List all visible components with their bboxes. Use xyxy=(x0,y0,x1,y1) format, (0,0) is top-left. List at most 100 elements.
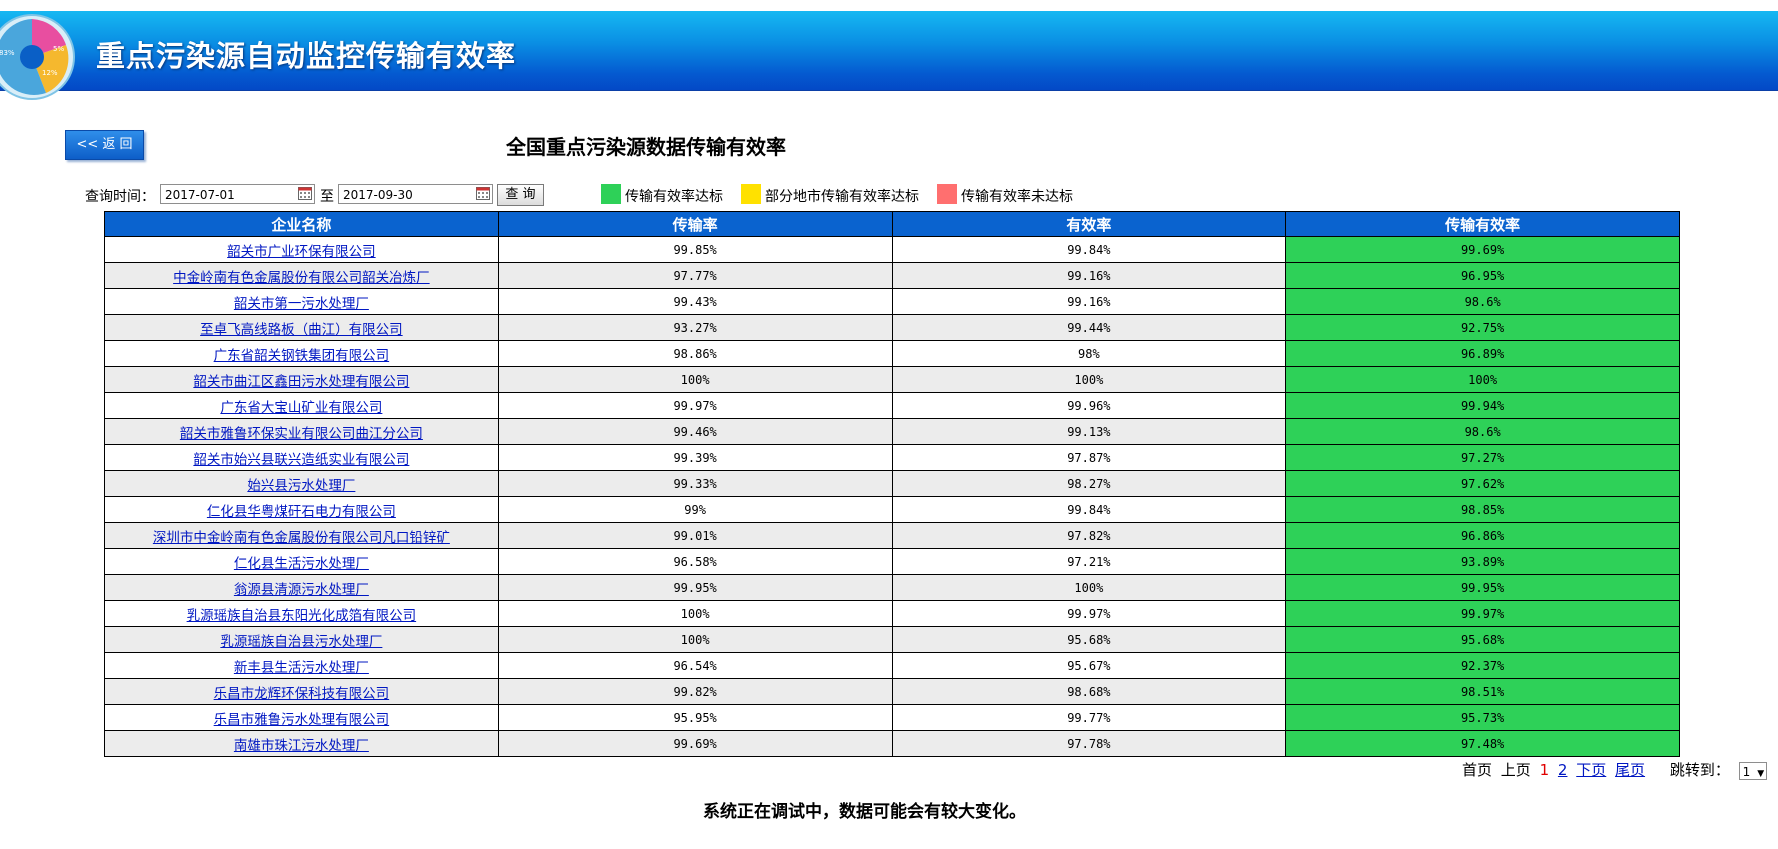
table-row: 韶关市始兴县联兴造纸实业有限公司 99.39% 97.87% 97.27% xyxy=(104,444,1680,471)
end-date-input[interactable]: 2017-09-30 xyxy=(338,184,493,204)
back-button[interactable]: << 返 回 xyxy=(65,130,144,160)
table-row: 广东省大宝山矿业有限公司 99.97% 99.96% 99.94% xyxy=(104,392,1680,419)
pagination: 首页 上页 1 2 下页 尾页 跳转到： 1 ▼ xyxy=(1462,759,1771,780)
validity-rate-cell: 98.27% xyxy=(891,470,1287,497)
effective-rate-cell: 96.86% xyxy=(1285,522,1680,549)
company-name-link[interactable]: 广东省韶关钢铁集团有限公司 xyxy=(104,340,499,367)
transmission-rate-cell: 100% xyxy=(497,626,893,653)
company-name-link[interactable]: 乐昌市雅鲁污水处理有限公司 xyxy=(104,704,499,731)
effective-rate-cell: 92.37% xyxy=(1285,652,1680,679)
query-button[interactable]: 查 询 xyxy=(497,184,544,206)
table-row: 仁化县华粤煤矸石电力有限公司 99% 99.84% 98.85% xyxy=(104,496,1680,523)
table-row: 深圳市中金岭南有色金属股份有限公司凡口铅锌矿 99.01% 97.82% 96.86% xyxy=(104,522,1680,549)
header-bar: 83% 5% 12% 重点污染源自动监控传输有效率 xyxy=(0,11,1778,100)
app-title: 重点污染源自动监控传输有效率 xyxy=(96,39,517,73)
effective-rate-cell: 92.75% xyxy=(1285,314,1680,341)
company-name-link[interactable]: 韶关市始兴县联兴造纸实业有限公司 xyxy=(104,444,499,471)
calendar-icon[interactable] xyxy=(476,186,490,200)
transmission-rate-cell: 93.27% xyxy=(497,314,893,341)
prev-page-link[interactable]: 上页 xyxy=(1501,761,1531,779)
company-name-link[interactable]: 广东省大宝山矿业有限公司 xyxy=(104,392,499,419)
effective-rate-cell: 98.85% xyxy=(1285,496,1680,523)
validity-rate-cell: 99.84% xyxy=(891,236,1287,263)
company-name-link[interactable]: 新丰县生活污水处理厂 xyxy=(104,652,499,679)
effective-rate-cell: 97.62% xyxy=(1285,470,1680,497)
legend-label-partial: 部分地市传输有效率达标 xyxy=(765,189,919,205)
company-name-link[interactable]: 乳源瑶族自治县东阳光化成箔有限公司 xyxy=(104,600,499,627)
effective-rate-cell: 98.51% xyxy=(1285,678,1680,705)
company-name-link[interactable]: 韶关市第一污水处理厂 xyxy=(104,288,499,315)
footer-note: 系统正在调试中，数据可能会有较大变化。 xyxy=(703,802,1026,822)
validity-rate-cell: 99.13% xyxy=(891,418,1287,445)
jump-to-label: 跳转到： xyxy=(1669,761,1730,779)
validity-rate-cell: 99.84% xyxy=(891,496,1287,523)
page-link-2[interactable]: 2 xyxy=(1558,761,1568,779)
validity-rate-cell: 100% xyxy=(891,366,1287,393)
table-row: 至卓飞高线路板（曲江）有限公司 93.27% 99.44% 92.75% xyxy=(104,314,1680,341)
pie-chart-logo-icon: 83% 5% 12% xyxy=(0,14,75,100)
company-name-link[interactable]: 至卓飞高线路板（曲江）有限公司 xyxy=(104,314,499,341)
company-name-link[interactable]: 仁化县华粤煤矸石电力有限公司 xyxy=(104,496,499,523)
transmission-rate-cell: 99.46% xyxy=(497,418,893,445)
table-row: 乳源瑶族自治县东阳光化成箔有限公司 100% 99.97% 99.97% xyxy=(104,600,1680,627)
chevron-down-icon: ▼ xyxy=(1757,768,1765,779)
company-name-link[interactable]: 深圳市中金岭南有色金属股份有限公司凡口铅锌矿 xyxy=(104,522,499,549)
col-header-validity: 有效率 xyxy=(891,211,1287,237)
last-page-link[interactable]: 尾页 xyxy=(1615,761,1645,779)
col-header-effective: 传输有效率 xyxy=(1285,211,1680,237)
validity-rate-cell: 97.21% xyxy=(891,548,1287,575)
table-row: 翁源县清源污水处理厂 99.95% 100% 99.95% xyxy=(104,574,1680,601)
validity-rate-cell: 97.87% xyxy=(891,444,1287,471)
start-date-input[interactable]: 2017-07-01 xyxy=(160,184,315,204)
validity-rate-cell: 95.68% xyxy=(891,626,1287,653)
transmission-rate-cell: 99.69% xyxy=(497,730,893,757)
effective-rate-cell: 95.73% xyxy=(1285,704,1680,731)
table-row: 仁化县生活污水处理厂 96.58% 97.21% 93.89% xyxy=(104,548,1680,575)
transmission-rate-cell: 100% xyxy=(497,600,893,627)
company-name-link[interactable]: 乐昌市龙辉环保科技有限公司 xyxy=(104,678,499,705)
page-link-current[interactable]: 1 xyxy=(1540,761,1550,779)
company-name-link[interactable]: 始兴县污水处理厂 xyxy=(104,470,499,497)
logo-label-3: 12% xyxy=(42,69,58,77)
effective-rate-cell: 100% xyxy=(1285,366,1680,393)
calendar-icon[interactable] xyxy=(298,186,312,200)
transmission-rate-cell: 96.58% xyxy=(497,548,893,575)
transmission-rate-cell: 99.95% xyxy=(497,574,893,601)
company-name-link[interactable]: 中金岭南有色金属股份有限公司韶关冶炼厂 xyxy=(104,262,499,289)
transmission-rate-cell: 100% xyxy=(497,366,893,393)
col-header-transmission: 传输率 xyxy=(497,211,893,237)
first-page-link[interactable]: 首页 xyxy=(1462,761,1492,779)
company-name-link[interactable]: 南雄市珠江污水处理厂 xyxy=(104,730,499,757)
transmission-rate-cell: 97.77% xyxy=(497,262,893,289)
table-row: 乐昌市雅鲁污水处理有限公司 95.95% 99.77% 95.73% xyxy=(104,704,1680,731)
company-name-link[interactable]: 翁源县清源污水处理厂 xyxy=(104,574,499,601)
efficiency-table: 企业名称 传输率 有效率 传输有效率 韶关市广业环保有限公司 99.85% 99.8… xyxy=(104,211,1680,757)
transmission-rate-cell: 99.01% xyxy=(497,522,893,549)
validity-rate-cell: 99.77% xyxy=(891,704,1287,731)
jump-page-select[interactable]: 1 ▼ xyxy=(1738,761,1767,780)
effective-rate-cell: 97.27% xyxy=(1285,444,1680,471)
next-page-link[interactable]: 下页 xyxy=(1576,761,1606,779)
effective-rate-cell: 98.6% xyxy=(1285,288,1680,315)
table-row: 韶关市广业环保有限公司 99.85% 99.84% 99.69% xyxy=(104,236,1680,263)
legend-label-compliant: 传输有效率达标 xyxy=(625,189,723,205)
query-time-label: 查询时间： xyxy=(85,189,155,205)
effective-rate-cell: 96.95% xyxy=(1285,262,1680,289)
page-title: 全国重点污染源数据传输有效率 xyxy=(506,135,786,159)
transmission-rate-cell: 99.33% xyxy=(497,470,893,497)
company-name-link[interactable]: 仁化县生活污水处理厂 xyxy=(104,548,499,575)
company-name-link[interactable]: 乳源瑶族自治县污水处理厂 xyxy=(104,626,499,653)
transmission-rate-cell: 99.82% xyxy=(497,678,893,705)
validity-rate-cell: 99.16% xyxy=(891,262,1287,289)
company-name-link[interactable]: 韶关市广业环保有限公司 xyxy=(104,236,499,263)
legend-swatch-noncompliant xyxy=(937,184,957,204)
company-name-link[interactable]: 韶关市雅鲁环保实业有限公司曲江分公司 xyxy=(104,418,499,445)
validity-rate-cell: 99.96% xyxy=(891,392,1287,419)
company-name-link[interactable]: 韶关市曲江区鑫田污水处理有限公司 xyxy=(104,366,499,393)
col-header-company: 企业名称 xyxy=(104,211,499,237)
effective-rate-cell: 93.89% xyxy=(1285,548,1680,575)
legend-label-noncompliant: 传输有效率未达标 xyxy=(961,189,1073,205)
transmission-rate-cell: 99.97% xyxy=(497,392,893,419)
validity-rate-cell: 99.44% xyxy=(891,314,1287,341)
transmission-rate-cell: 96.54% xyxy=(497,652,893,679)
